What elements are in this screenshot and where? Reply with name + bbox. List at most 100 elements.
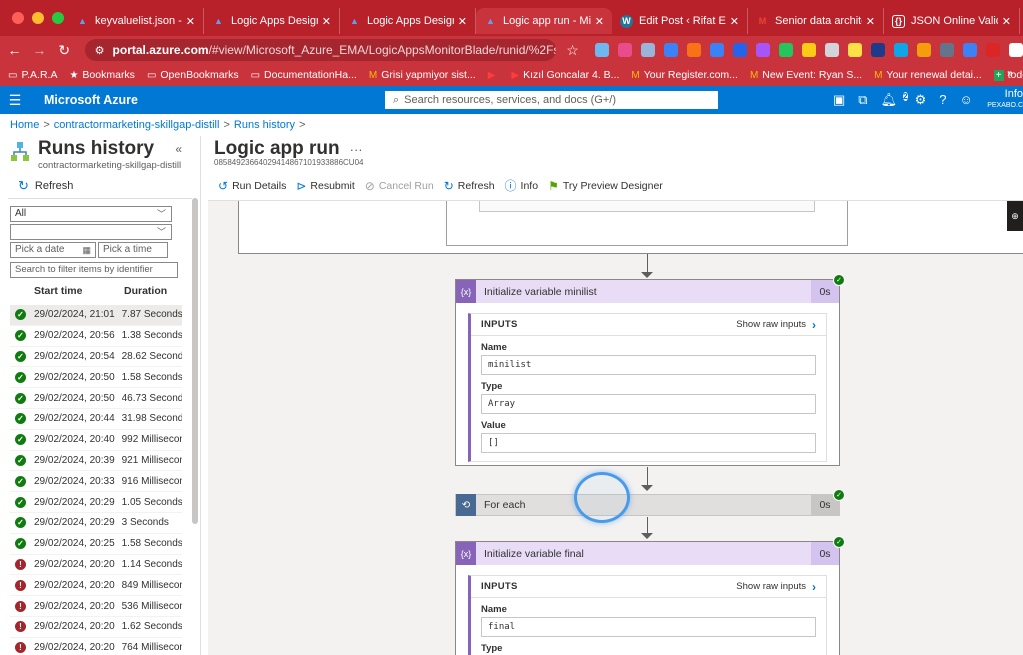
extension-icon[interactable] [687,43,702,57]
bookmark-item[interactable]: M Your renewal detai... [874,69,982,81]
table-row[interactable]: ✓ 29/02/2024, 20:25 1.58 Seconds [10,534,182,555]
bookmark-star-icon[interactable]: ☆ [562,42,583,59]
time-picker-input[interactable]: Pick a time [98,242,168,258]
breadcrumb-home[interactable]: Home [10,119,39,131]
value-value[interactable]: [] [481,433,816,453]
action-card-foreach[interactable]: ⟲ For each 0s ✓ [455,489,845,516]
extension-icon[interactable] [595,43,610,57]
extension-icon[interactable] [940,43,955,57]
extension-icon[interactable] [618,43,633,57]
action-card-minilist[interactable]: {x} Initialize variable minilist 0s ✓ IN… [455,274,845,466]
bookmark-item[interactable]: ▭ P.A.R.A [8,69,57,81]
table-row[interactable]: ✓ 29/02/2024, 20:39 921 Milliseconds [10,451,182,472]
close-tab-icon[interactable]: ✕ [186,15,195,28]
site-settings-icon[interactable]: ⚙ [95,44,105,57]
bookmark-item[interactable]: M Your Register.com... [631,69,738,81]
bookmark-item[interactable]: M New Event: Ryan S... [750,69,862,81]
cancel-run-button[interactable]: ⊘ Cancel Run [365,179,434,193]
extension-icon[interactable] [963,43,978,57]
browser-tab[interactable]: ▲Logic Apps Designer - Mi✕ [340,8,476,34]
bookmark-item[interactable]: ▭ OpenBookmarks [147,69,239,81]
browser-tab[interactable]: ▲Logic Apps Designer - Mi✕ [204,8,340,34]
extension-icon[interactable] [848,43,863,57]
bookmark-item[interactable]: ★ Bookmarks [69,69,134,81]
designer-canvas[interactable]: ⊕ {x} Initialize variable minilist 0s ✓ … [208,200,1023,655]
identifier-search-input[interactable]: Search to filter items by identifier [10,262,178,278]
extension-icon[interactable] [756,43,771,57]
column-start-time[interactable]: Start time [10,285,124,303]
more-bookmarks-button[interactable]: » [1007,67,1013,79]
close-tab-icon[interactable]: ✕ [458,15,467,28]
table-row[interactable]: ✓ 29/02/2024, 21:01 7.87 Seconds [10,305,182,326]
browser-tab[interactable]: {}JSON Online Validator and✕ [884,8,1020,34]
breadcrumb-logic-app[interactable]: contractormarketing-skillgap-distill [54,119,220,131]
browser-tab-active[interactable]: ▲Logic app run - Microsoft✕ [476,8,612,34]
extension-icon[interactable] [641,43,656,57]
hamburger-menu-icon[interactable]: ☰ [0,92,30,109]
name-value[interactable]: final [481,617,816,637]
show-raw-inputs-link[interactable]: Show raw inputs › [736,580,816,594]
runs-scrollbar[interactable] [192,198,198,524]
maximize-window-button[interactable] [52,12,64,24]
minimize-window-button[interactable] [32,12,44,24]
table-row[interactable]: ✓ 29/02/2024, 20:50 1.58 Seconds [10,367,182,389]
table-row[interactable]: ✓ 29/02/2024, 20:44 31.98 Seconds [10,409,182,430]
zoom-icon[interactable]: ⊕ [1007,201,1023,231]
close-tab-icon[interactable]: ✕ [730,15,739,28]
table-row[interactable]: ! 29/02/2024, 20:20 1.62 Seconds [10,617,182,638]
close-window-button[interactable] [12,12,24,24]
browser-tab[interactable]: MSenior data architect (Ma✕ [748,8,884,34]
table-row[interactable]: ✓ 29/02/2024, 20:29 1.05 Seconds [10,492,182,513]
extension-icon[interactable] [802,43,817,57]
feedback-icon[interactable]: ☺ [959,92,972,108]
close-tab-icon[interactable]: ✕ [1002,15,1011,28]
table-row[interactable]: ! 29/02/2024, 20:20 849 Milliseconds [10,575,182,597]
brand-title[interactable]: Microsoft Azure [44,93,138,107]
resubmit-button[interactable]: ⊳ Resubmit [296,179,354,193]
type-value[interactable]: Array [481,394,816,414]
table-row[interactable]: ✓ 29/02/2024, 20:54 28.62 Seconds [10,347,182,368]
extension-icon[interactable] [894,43,909,57]
bookmark-item[interactable]: M Grisi yapmiyor sist... [369,69,476,81]
collapse-panel-button[interactable]: « [175,142,182,156]
bookmark-item[interactable]: ▶ Kızıl Goncalar 4. B... [511,69,619,81]
table-row[interactable]: ! 29/02/2024, 20:20 1.14 Seconds [10,555,182,576]
bookmark-item[interactable]: ▶ [488,70,500,81]
extension-icon[interactable] [871,43,886,57]
browser-tab[interactable]: ▲keyvaluelist.json - Microso✕ [68,8,204,34]
extension-icon[interactable] [986,43,1001,57]
table-row[interactable]: ✓ 29/02/2024, 20:40 992 Milliseconds [10,430,182,451]
extension-icon[interactable] [733,43,748,57]
back-icon[interactable]: ← [4,42,25,58]
more-options-button[interactable]: ··· [350,142,363,157]
account-info[interactable]: Info PEXABO.C [987,88,1023,112]
table-row[interactable]: ✓ 29/02/2024, 20:56 1.38 Seconds [10,326,182,347]
table-row[interactable]: ✓ 29/02/2024, 20:33 916 Milliseconds [10,471,182,493]
global-search-input[interactable]: ⌕ Search resources, services, and docs (… [385,91,718,109]
cloud-shell-icon[interactable]: ▣ [833,92,845,108]
show-raw-inputs-link[interactable]: Show raw inputs › [736,318,816,332]
settings-gear-icon[interactable]: ⚙ [915,92,927,108]
breadcrumb-runs-history[interactable]: Runs history [234,119,295,131]
table-row[interactable]: ✓ 29/02/2024, 20:29 3 Seconds [10,513,182,534]
table-row[interactable]: ! 29/02/2024, 20:20 764 Milliseconds [10,638,182,655]
name-value[interactable]: minilist [481,355,816,375]
status-filter-dropdown[interactable]: All ﹀ [10,206,172,222]
extension-icon[interactable] [779,43,794,57]
run-details-button[interactable]: ↺ Run Details [218,179,286,193]
extension-icon[interactable] [917,43,932,57]
action-card-header[interactable]: {x} Initialize variable final 0s [456,542,839,565]
notifications-icon[interactable]: 🔔︎ 2 [881,92,908,108]
table-row[interactable]: ✓ 29/02/2024, 20:50 46.73 Seconds [10,388,182,409]
action-card-final[interactable]: {x} Initialize variable final 0s ✓ INPUT… [455,536,845,655]
nested-action-card[interactable] [479,201,815,212]
extension-icon[interactable] [664,43,679,57]
browser-tab[interactable]: WEdit Post ‹ Rifat Erdem Sa✕ [612,8,748,34]
bookmark-item[interactable]: ▭ DocumentationHa... [251,69,357,81]
refresh-run-button[interactable]: ↻ Refresh [444,179,495,193]
refresh-runs-button[interactable]: ↻ Refresh [18,178,73,194]
extension-icon[interactable] [825,43,840,57]
close-tab-icon[interactable]: ✕ [322,15,331,28]
url-field[interactable]: ⚙ portal.azure.com/#view/Microsoft_Azure… [84,39,557,61]
puzzle-icon[interactable] [1009,43,1023,57]
